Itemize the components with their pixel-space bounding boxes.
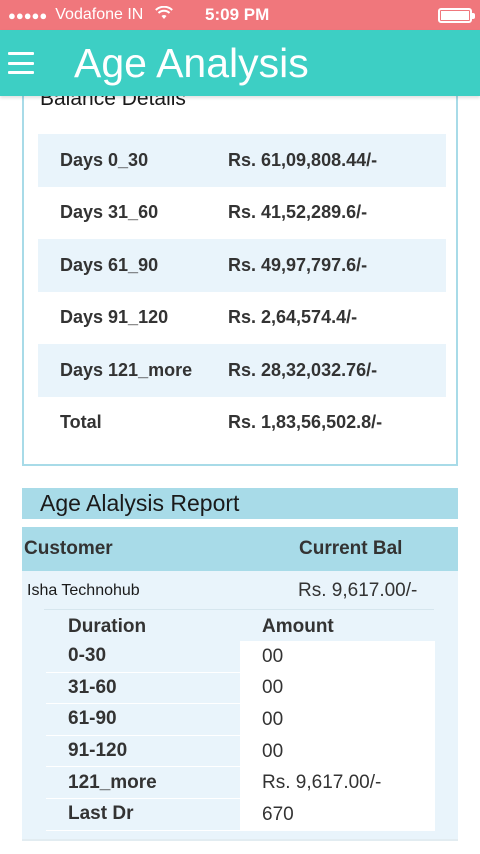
- duration-row: 121_more Rs. 9,617.00/-: [46, 767, 435, 799]
- report-column-header: Customer Current Bal: [22, 527, 458, 571]
- carrier-name: Vodafone IN: [55, 6, 144, 23]
- balance-row: Days 61_90 Rs. 49,97,797.6/-: [38, 239, 446, 292]
- balance-table: Days 0_30 Rs. 61,09,808.44/- Days 31_60 …: [38, 134, 446, 449]
- divider: [44, 609, 434, 610]
- balance-row: Days 31_60 Rs. 41,52,289.6/-: [38, 187, 446, 240]
- duration-amount: 670: [240, 798, 435, 831]
- signal-strength-icon: ●●●●●: [8, 7, 48, 23]
- duration-label: 0-30: [46, 641, 240, 673]
- duration-label: Last Dr: [46, 799, 240, 831]
- duration-amount: 00: [240, 704, 435, 736]
- duration-label: 31-60: [46, 673, 240, 705]
- balance-row-value: Rs. 49,97,797.6/-: [228, 254, 368, 275]
- duration-amount: 00: [240, 735, 435, 768]
- balance-row-label: Days 61_90: [60, 254, 159, 275]
- balance-details-header: Balance Details: [40, 94, 186, 110]
- balance-total-row: Total Rs. 1,83,56,502.8/-: [38, 397, 446, 450]
- balance-details-card: Balance Details Days 0_30 Rs. 61,09,808.…: [22, 92, 458, 466]
- balance-total-value: Rs. 1,83,56,502.8/-: [228, 412, 383, 433]
- balance-row-value: Rs. 61,09,808.44/-: [228, 149, 378, 170]
- balance-row: Days 91_120 Rs. 2,64,574.4/-: [38, 292, 446, 345]
- status-bar: ●●●●● Vodafone IN 5:09 PM: [0, 0, 480, 30]
- report-body: Isha Technohub Rs. 9,617.00/- Duration A…: [22, 571, 458, 839]
- duration-row: 91-120 00: [46, 735, 435, 768]
- balance-row-label: Days 0_30: [60, 149, 149, 170]
- battery-icon: [438, 8, 475, 23]
- customer-name: Isha Technohub: [27, 581, 140, 599]
- report-header: Age Alalysis Report: [22, 488, 458, 519]
- customer-column-label: Customer: [24, 538, 113, 559]
- balance-total-label: Total: [60, 412, 102, 433]
- customer-balance: Rs. 9,617.00/-: [298, 579, 418, 601]
- duration-amount: Rs. 9,617.00/-: [240, 767, 435, 799]
- duration-column-label: Duration: [68, 616, 147, 637]
- app-bar: Age Analysis: [0, 30, 480, 96]
- duration-row: Last Dr 670: [46, 798, 435, 831]
- duration-label: 121_more: [46, 767, 240, 799]
- divider: [22, 839, 458, 841]
- duration-label: 91-120: [46, 736, 240, 768]
- status-time: 5:09 PM: [205, 5, 270, 24]
- balance-row-value: Rs. 28,32,032.76/-: [228, 359, 378, 380]
- duration-amount: 00: [240, 641, 435, 673]
- duration-row: 0-30 00: [46, 641, 435, 673]
- balance-row-label: Days 121_more: [60, 359, 193, 380]
- duration-row: 31-60 00: [46, 672, 435, 705]
- balance-row-label: Days 91_120: [60, 307, 169, 328]
- duration-row: 61-90 00: [46, 704, 435, 736]
- duration-label: 61-90: [46, 704, 240, 736]
- balance-row: Days 0_30 Rs. 61,09,808.44/-: [38, 134, 446, 187]
- balance-row-value: Rs. 41,52,289.6/-: [228, 202, 368, 223]
- duration-amount: 00: [240, 672, 435, 705]
- balance-row-value: Rs. 2,64,574.4/-: [228, 307, 358, 328]
- customer-row[interactable]: Isha Technohub Rs. 9,617.00/-: [22, 571, 458, 610]
- duration-header: Duration Amount: [22, 613, 458, 641]
- balance-row: Days 121_more Rs. 28,32,032.76/-: [38, 344, 446, 397]
- wifi-icon: [155, 5, 174, 25]
- balance-row-label: Days 31_60: [60, 202, 159, 223]
- duration-table: 0-30 00 31-60 00 61-90 00 91-120 00 121_…: [46, 641, 435, 831]
- amount-column-label: Amount: [262, 616, 334, 637]
- menu-icon[interactable]: [8, 52, 34, 74]
- page-title: Age Analysis: [74, 39, 309, 86]
- current-bal-column-label: Current Bal: [299, 538, 403, 559]
